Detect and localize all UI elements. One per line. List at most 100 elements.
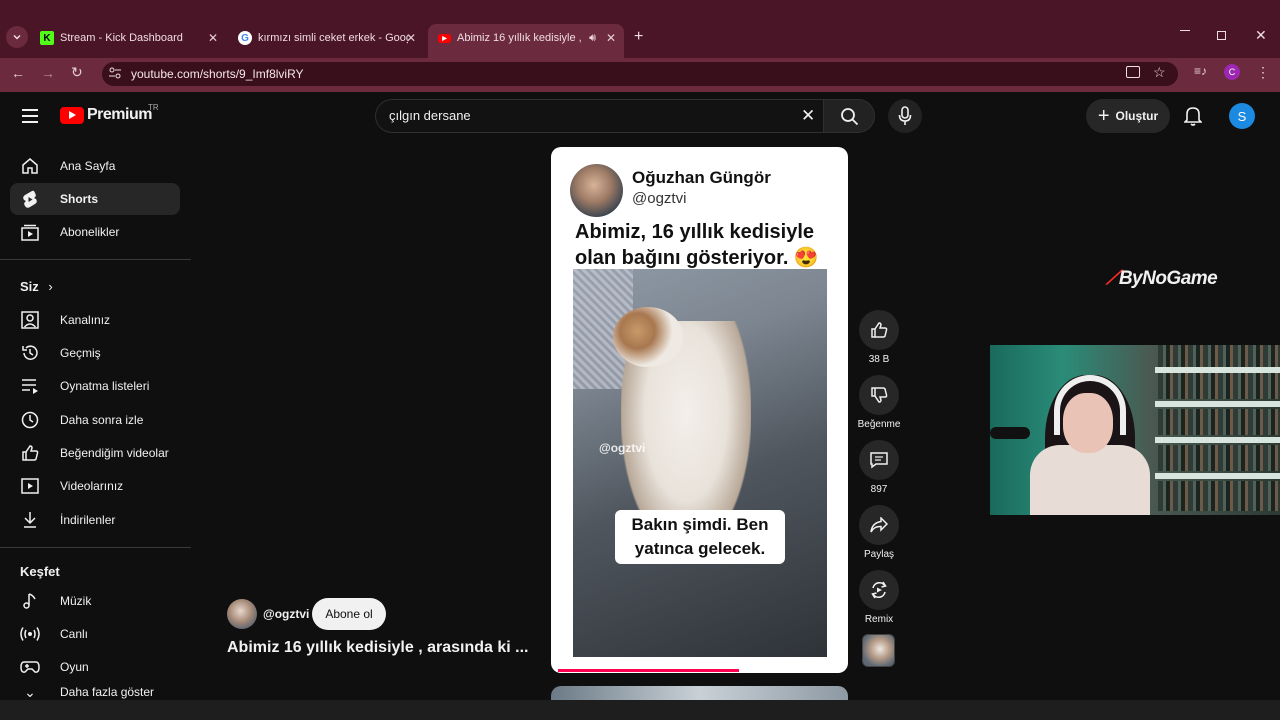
hamburger-menu-icon[interactable] bbox=[22, 109, 38, 128]
clear-search-icon[interactable]: ✕ bbox=[801, 106, 815, 126]
reload-icon[interactable]: ↻ bbox=[71, 64, 83, 81]
sidebar-item-your-videos[interactable]: Videolarınız bbox=[10, 470, 180, 502]
sidebar-item-label: Daha sonra izle bbox=[60, 413, 144, 427]
comments-button[interactable] bbox=[859, 440, 899, 480]
bookshelf bbox=[1158, 409, 1278, 435]
sidebar-item-channel[interactable]: Kanalınız bbox=[10, 304, 180, 336]
chevron-right-icon: › bbox=[48, 279, 53, 294]
minimize-icon[interactable] bbox=[1180, 30, 1190, 31]
webcam-overlay bbox=[990, 345, 1280, 515]
install-app-icon[interactable] bbox=[1126, 66, 1140, 78]
bookshelf bbox=[1158, 345, 1278, 367]
close-tab-icon[interactable]: ✕ bbox=[208, 31, 218, 45]
bookshelf bbox=[1155, 437, 1280, 443]
sidebar-item-gaming[interactable]: Oyun bbox=[10, 651, 180, 683]
sidebar-item-subscriptions[interactable]: Abonelikler bbox=[10, 216, 180, 248]
sidebar-item-label: İndirilenler bbox=[60, 513, 116, 527]
subscribe-button[interactable]: Abone ol bbox=[312, 598, 386, 630]
create-label: Oluştur bbox=[1115, 109, 1159, 123]
url-text[interactable]: youtube.com/shorts/9_Imf8lviRY bbox=[131, 67, 304, 81]
share-button[interactable] bbox=[859, 505, 899, 545]
sidebar-item-live[interactable]: Canlı bbox=[10, 618, 180, 650]
caption-line: Bakın şimdi. Ben bbox=[631, 515, 769, 534]
restore-icon[interactable] bbox=[1217, 31, 1226, 40]
search-button[interactable] bbox=[823, 99, 875, 133]
create-button[interactable]: + Oluştur bbox=[1086, 99, 1170, 133]
tab-youtube[interactable]: ▶ Abimiz 16 yıllık kedisiyle , ar 🔊︎ ✕ bbox=[438, 26, 620, 50]
tab-list-chevron-icon[interactable] bbox=[6, 26, 28, 48]
sidebar-you-heading[interactable]: Siz › bbox=[20, 279, 53, 294]
short-title[interactable]: Abimiz 16 yıllık kedisiyle , arasında ki… bbox=[227, 639, 528, 657]
comment-count: 897 bbox=[870, 484, 888, 495]
new-tab-icon[interactable]: + bbox=[634, 28, 643, 46]
site-info-icon[interactable] bbox=[108, 66, 122, 85]
close-window-icon[interactable]: ✕ bbox=[1255, 27, 1267, 44]
youtube-logo[interactable]: Premium bbox=[60, 106, 152, 124]
sidebar-item-label: Videolarınız bbox=[60, 479, 124, 493]
playlists-icon bbox=[20, 376, 40, 396]
tweet-text-line: Abimiz, 16 yıllık kedisiyle bbox=[575, 221, 815, 243]
browser-menu-icon[interactable]: ⋮ bbox=[1256, 64, 1270, 81]
dislike-button[interactable] bbox=[859, 375, 899, 415]
thumbs-up-icon bbox=[871, 322, 888, 338]
short-video-player[interactable]: Oğuzhan Güngör @ogztvi Abimiz, 16 yıllık… bbox=[551, 147, 848, 673]
gaming-icon bbox=[20, 657, 40, 677]
profile-avatar[interactable]: C bbox=[1224, 64, 1240, 80]
remix-button[interactable] bbox=[859, 570, 899, 610]
you-heading-label: Siz bbox=[20, 279, 39, 294]
forward-icon[interactable]: → bbox=[41, 65, 55, 81]
channel-icon bbox=[20, 310, 40, 330]
sidebar-item-playlists[interactable]: Oynatma listeleri bbox=[10, 370, 180, 402]
comment-icon bbox=[870, 452, 888, 469]
cat-head-image bbox=[613, 307, 683, 367]
close-tab-icon[interactable]: ✕ bbox=[406, 31, 416, 45]
tweet-text-line: olan bağını gösteriyor. 😍 bbox=[575, 247, 819, 269]
sidebar-item-show-more[interactable]: ⌄ Daha fazla göster bbox=[10, 684, 180, 700]
like-button[interactable] bbox=[859, 310, 899, 350]
sidebar-item-music[interactable]: Müzik bbox=[10, 585, 180, 617]
tab-kick[interactable]: K Stream - Kick Dashboard ✕ bbox=[40, 26, 222, 50]
sidebar-item-label: Kanalınız bbox=[60, 313, 111, 327]
sidebar-item-downloads[interactable]: İndirilenler bbox=[10, 504, 180, 536]
video-progress-bar[interactable] bbox=[558, 669, 739, 672]
voice-search-button[interactable] bbox=[888, 99, 922, 133]
sidebar-item-history[interactable]: Geçmiş bbox=[10, 337, 180, 369]
youtube-icon: ▶ bbox=[438, 33, 451, 43]
sponsor-logo: ⟋ByNoGame bbox=[1106, 268, 1218, 290]
sidebar-item-label: Canlı bbox=[60, 627, 89, 641]
watch-later-icon bbox=[20, 410, 40, 430]
plus-icon: + bbox=[1097, 104, 1110, 127]
chevron-down-icon: ⌄ bbox=[24, 684, 36, 700]
sidebar-item-shorts[interactable]: Shorts bbox=[10, 183, 180, 215]
music-icon bbox=[20, 591, 40, 611]
notifications-bell-icon[interactable] bbox=[1183, 106, 1203, 131]
bynogame-flame-icon: ⟋ bbox=[1106, 268, 1119, 289]
search-input[interactable]: çılgın dersane bbox=[389, 108, 471, 123]
close-tab-icon[interactable]: ✕ bbox=[606, 31, 616, 45]
your-videos-icon bbox=[20, 476, 40, 496]
sound-thumbnail[interactable] bbox=[862, 634, 895, 667]
account-avatar[interactable]: S bbox=[1229, 103, 1255, 129]
bookshelf bbox=[1158, 481, 1278, 511]
channel-name[interactable]: @ogztvi bbox=[263, 607, 309, 621]
tab-label: Abimiz 16 yıllık kedisiyle , ar bbox=[457, 32, 585, 44]
sidebar-item-watch-later[interactable]: Daha sonra izle bbox=[10, 404, 180, 436]
media-control-icon[interactable]: ≡♪ bbox=[1194, 64, 1207, 78]
bookmark-star-icon[interactable]: ☆ bbox=[1153, 64, 1166, 81]
home-icon bbox=[20, 156, 40, 176]
sidebar-item-home[interactable]: Ana Sayfa bbox=[10, 150, 180, 182]
kick-icon: K bbox=[40, 31, 54, 45]
tweet-author-name: Oğuzhan Güngör bbox=[632, 168, 771, 187]
microphone-arm bbox=[990, 427, 1030, 439]
back-icon[interactable]: ← bbox=[11, 65, 25, 81]
live-icon bbox=[20, 624, 40, 644]
bookshelf bbox=[1158, 373, 1278, 399]
speaker-icon[interactable]: 🔊︎ bbox=[589, 32, 596, 45]
sidebar-item-liked[interactable]: Beğendiğim videolar bbox=[10, 437, 180, 469]
streamer-body bbox=[1030, 445, 1150, 515]
google-icon: G bbox=[238, 31, 252, 45]
tab-google[interactable]: G kırmızı simli ceket erkek - Goog ✕ bbox=[238, 26, 420, 50]
channel-avatar[interactable] bbox=[227, 599, 257, 629]
next-short-thumbnail[interactable] bbox=[551, 686, 848, 700]
history-icon bbox=[20, 343, 40, 363]
